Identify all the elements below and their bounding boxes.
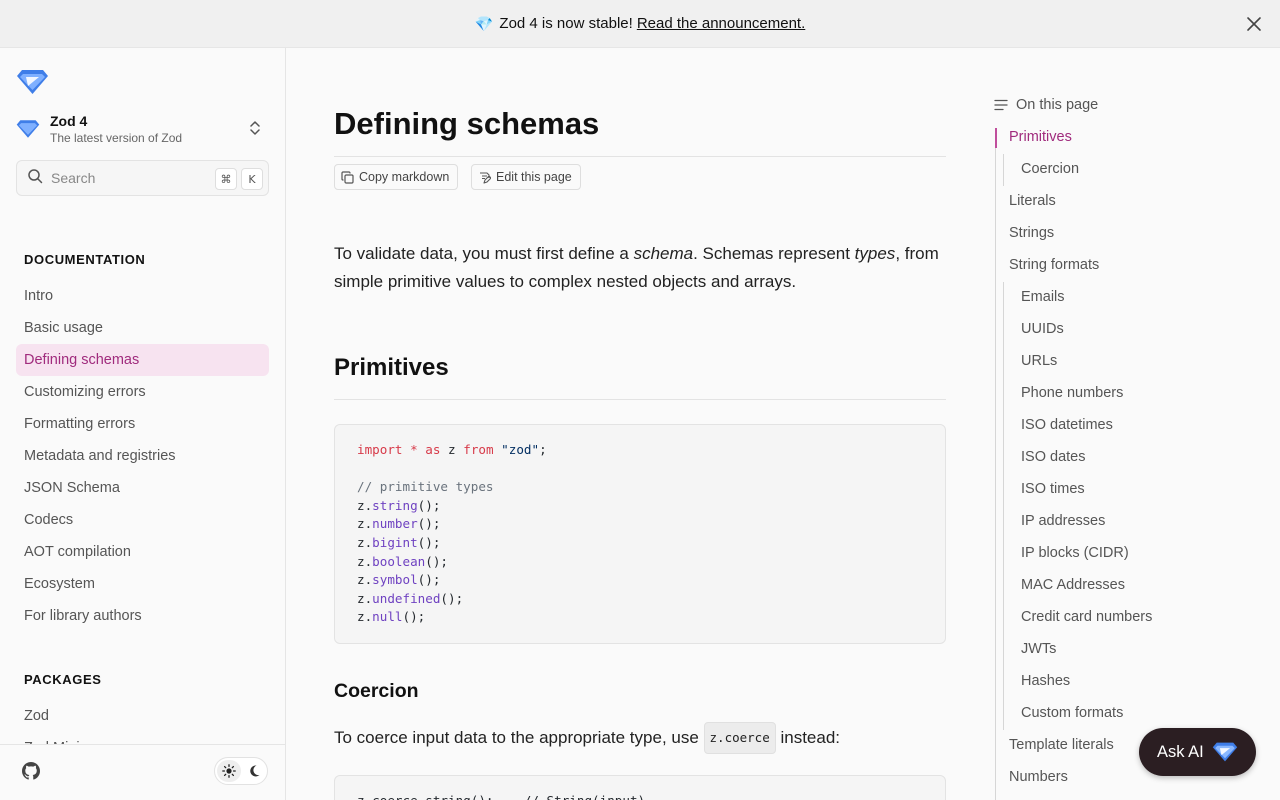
toc-item-literals[interactable]: Literals [1009,193,1056,209]
version-selector[interactable]: Zod 4 The latest version of Zod [16,110,269,148]
ask-ai-label: Ask AI [1157,742,1204,761]
sidebar-item-formatting-errors[interactable]: Formatting errors [16,408,269,440]
code-line-call: z.undefined(); [357,590,464,606]
edit-icon [480,171,491,184]
sidebar: Zod 4 The latest version of Zod ⌘ K DOCU… [0,48,286,800]
copy-markdown-button[interactable]: Copy markdown [334,164,459,190]
sidebar-item-basic-usage[interactable]: Basic usage [16,312,269,344]
theme-toggle [214,757,268,785]
heading-primitives: Primitives [334,354,449,381]
copy-markdown-label: Copy markdown [359,170,450,184]
toc-item-ip-blocks[interactable]: IP blocks (CIDR) [1021,545,1129,561]
version-subtitle: The latest version of Zod [50,131,183,145]
code-line-call: z.boolean(); [357,553,448,569]
main-content: Defining schemas Copy markdown Edit this… [286,48,980,800]
sidebar-item-aot-compilation[interactable]: AOT compilation [16,536,269,568]
toc-item-ip-addresses[interactable]: IP addresses [1021,513,1105,529]
coercion-paragraph: To coerce input data to the appropriate … [334,722,840,754]
code-line-call: z.null(); [357,609,426,625]
page-title: Defining schemas [334,106,600,141]
chevron-updown-icon [249,120,261,141]
inline-code-coerce: z.coerce [703,722,776,754]
code-line-call: z.symbol(); [357,572,441,588]
toc-item-template-literals[interactable]: Template literals [1009,737,1114,753]
toc-track-line [995,128,996,800]
announcement-link[interactable]: Read the announcement. [637,15,805,32]
sun-icon[interactable] [217,760,241,782]
sidebar-item-json-schema[interactable]: JSON Schema [16,472,269,504]
toc-item-strings[interactable]: Strings [1009,225,1054,241]
search-input[interactable] [51,170,201,186]
code-line-call: z.bigint(); [357,534,441,550]
toc-heading: On this page [994,97,1098,113]
toc-active-indicator [995,128,997,148]
edit-page-button[interactable]: Edit this page [471,164,581,190]
sidebar-item-intro[interactable]: Intro [16,280,269,312]
sidebar-item-codecs[interactable]: Codecs [16,504,269,536]
ask-ai-button[interactable]: Ask AI [1139,728,1256,776]
toc-item-iso-datetimes[interactable]: ISO datetimes [1021,417,1113,433]
toc-item-string-formats[interactable]: String formats [1009,257,1099,273]
copy-icon [341,170,354,184]
toc-item-iso-dates[interactable]: ISO dates [1021,449,1085,465]
schema-emphasis: schema [633,244,694,263]
code-line-import: import * as z from "zod"; [357,442,547,457]
shortcut-mod-key: ⌘ [215,168,237,190]
intro-paragraph: To validate data, you must first define … [334,244,939,291]
gem-emoji: 💎 [474,15,494,33]
toc-item-mac-addresses[interactable]: MAC Addresses [1021,577,1125,593]
close-icon[interactable] [1244,14,1264,34]
sidebar-item-ecosystem[interactable]: Ecosystem [16,568,269,600]
toc-item-uuids[interactable]: UUIDs [1021,321,1064,337]
section-title-documentation: DOCUMENTATION [24,252,146,267]
shortcut-k-key: K [241,168,263,190]
search-box[interactable]: ⌘ K [16,160,269,196]
toc-item-coercion[interactable]: Coercion [1021,161,1079,177]
toc-subtrack-line [1003,282,1004,730]
toc-item-primitives[interactable]: Primitives [1009,129,1072,145]
search-icon [27,168,43,189]
sidebar-item-zod[interactable]: Zod [16,700,269,732]
zod-gem-icon [1212,742,1237,762]
toc-item-urls[interactable]: URLs [1021,353,1057,369]
table-of-contents: On this page Primitives Coercion Literal… [980,48,1280,800]
announcement-banner: 💎 Zod 4 is now stable! Read the announce… [0,0,1280,48]
moon-icon[interactable] [242,760,266,782]
sidebar-item-defining-schemas[interactable]: Defining schemas [16,344,269,376]
sidebar-footer [0,744,285,800]
toc-item-credit-card-numbers[interactable]: Credit card numbers [1021,609,1152,625]
types-emphasis: types [854,244,896,263]
sidebar-item-metadata-registries[interactable]: Metadata and registries [16,440,269,472]
code-block-primitives: import * as z from "zod"; // primitive t… [334,424,946,644]
zod-version-icon [16,120,40,138]
code-line-comment: // primitive types [357,479,494,495]
list-icon [994,99,1008,111]
sidebar-item-library-authors[interactable]: For library authors [16,600,269,632]
toc-item-hashes[interactable]: Hashes [1021,673,1070,689]
title-divider [334,156,946,157]
toc-item-custom-formats[interactable]: Custom formats [1021,705,1123,721]
zod-logo-icon[interactable] [16,68,49,101]
code-line-call: z.number(); [357,516,441,532]
toc-item-emails[interactable]: Emails [1021,289,1065,305]
toc-item-jwts[interactable]: JWTs [1021,641,1056,657]
code-line-call: z.string(); [357,497,441,513]
toc-item-iso-times[interactable]: ISO times [1021,481,1085,497]
sidebar-item-customizing-errors[interactable]: Customizing errors [16,376,269,408]
version-title: Zod 4 [50,113,88,129]
primitives-divider [334,399,946,400]
toc-item-phone-numbers[interactable]: Phone numbers [1021,385,1123,401]
banner-text: Zod 4 is now stable! [499,15,633,32]
heading-coercion: Coercion [334,680,419,702]
toc-item-numbers[interactable]: Numbers [1009,769,1068,785]
code-block-coercion: z.coerce.string(); // String(input) [334,775,946,800]
edit-page-label: Edit this page [496,170,572,184]
section-title-packages: PACKAGES [24,672,102,687]
toc-subtrack-line [1003,154,1004,186]
github-icon[interactable] [22,762,40,785]
